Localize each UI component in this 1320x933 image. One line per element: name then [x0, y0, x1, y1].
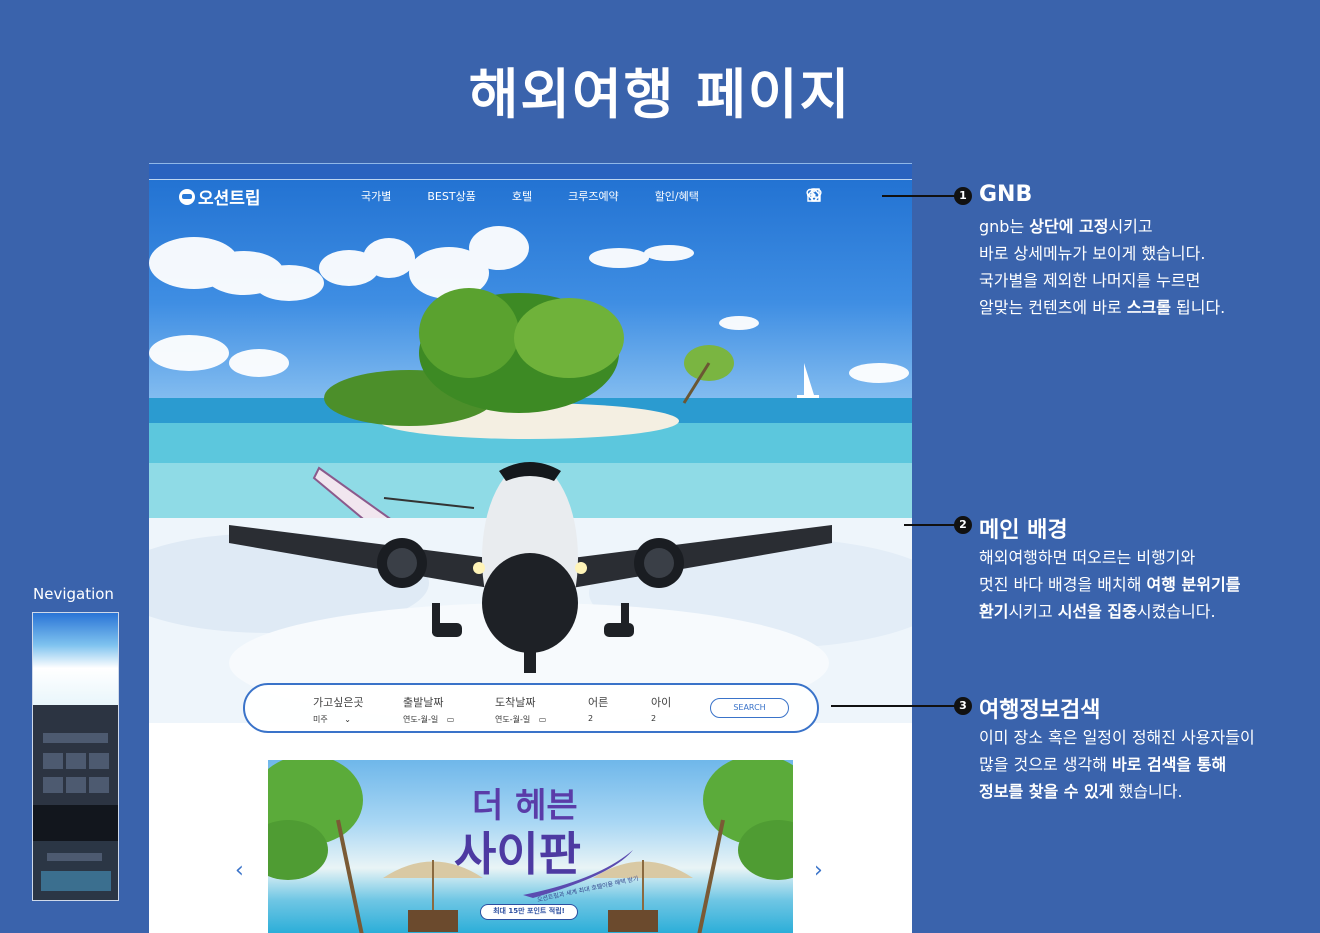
thumbnail-content — [33, 705, 118, 805]
arrival-date-label: 도착날짜 — [495, 696, 536, 709]
annotation-text: 국가별을 제외한 나머지를 누르면 — [979, 271, 1201, 290]
annotation-line: 많을 것으로 생각해 바로 검색을 통해 — [979, 751, 1255, 778]
annotation-text: 시켰습니다. — [1136, 602, 1216, 621]
annotation-text: 멋진 바다 배경을 배치해 — [979, 575, 1147, 594]
thumbnail-dark-section — [33, 805, 118, 841]
logo-icon — [179, 188, 195, 205]
departure-date-label: 출발날짜 — [403, 696, 444, 709]
logo-text: 오션트립 — [198, 189, 261, 209]
arrival-date-input[interactable]: 연도-월-일 ▭ — [495, 714, 546, 725]
annotation-text: 바로 상세메뉴가 보이게 했습니다. — [979, 244, 1206, 263]
gnb-icons — [806, 187, 874, 203]
menu-item-hotel[interactable]: 호텔 — [512, 188, 532, 204]
gnb: 오션트립 국가별 BEST상품 호텔 크루즈예약 할인/혜택 — [149, 163, 912, 209]
page-title: 해외여행 페이지 — [468, 63, 852, 126]
menu-item-best[interactable]: BEST상품 — [427, 188, 475, 204]
annotation-text: 이미 장소 혹은 일정이 정해진 사용자들이 — [979, 728, 1255, 747]
annotation-text: 시키고 — [1108, 217, 1153, 236]
annotation-highlight: 상단에 고정 — [1029, 217, 1109, 236]
child-count[interactable]: 2 — [651, 714, 671, 723]
annotation-text: gnb는 — [979, 217, 1030, 236]
gnb-top-strip — [149, 164, 912, 179]
annotation-line: 환기시키고 시선을 집중시켰습니다. — [979, 598, 1240, 625]
main-menu: 국가별 BEST상품 호텔 크루즈예약 할인/혜택 — [361, 188, 735, 204]
annotation-3-number: 3 — [954, 697, 972, 715]
navigation-label: Nevigation — [33, 585, 114, 603]
annotation-3-body: 이미 장소 혹은 일정이 정해진 사용자들이많을 것으로 생각해 바로 검색을 … — [979, 724, 1255, 805]
calendar-icon: ▭ — [538, 715, 547, 724]
destination-field[interactable]: 가고싶은곳 미주 ⌄ — [313, 694, 364, 725]
annotation-line: 해외여행하면 떠오르는 비행기와 — [979, 544, 1240, 571]
annotation-2-body: 해외여행하면 떠오르는 비행기와 멋진 바다 배경을 배치해 여행 분위기를 환기시… — [979, 544, 1240, 625]
calendar-icon: ▭ — [446, 715, 455, 724]
promo-banner[interactable]: 더 헤븐 사이판 오션트립과 세계 최대 호텔이용 혜택 받기 최대 15만 포… — [268, 760, 793, 933]
departure-date-field[interactable]: 출발날짜 연도-월-일 ▭ — [403, 694, 454, 725]
annotation-1-body: gnb는 상단에 고정시키고바로 상세메뉴가 보이게 했습니다. 국가별을 제외한… — [979, 213, 1225, 321]
thumbnail-footer — [33, 841, 118, 900]
menu-item-cruise[interactable]: 크루즈예약 — [568, 188, 619, 204]
annotation-3-title: 여행정보검색 — [979, 698, 1101, 723]
child-field[interactable]: 아이 2 — [651, 694, 671, 723]
logo[interactable]: 오션트립 — [179, 184, 261, 209]
annotation-line: 국가별을 제외한 나머지를 누르면 — [979, 267, 1225, 294]
annotation-1-pointer — [882, 195, 962, 197]
adult-label: 어른 — [588, 696, 609, 709]
navigation-thumbnail[interactable] — [32, 612, 119, 901]
annotation-highlight: 시선을 집중 — [1057, 602, 1137, 621]
departure-date-input[interactable]: 연도-월-일 ▭ — [403, 714, 454, 725]
points-badge: 최대 15만 포인트 적립! — [480, 904, 578, 920]
hero-illustration — [149, 226, 912, 723]
annotation-line: 이미 장소 혹은 일정이 정해진 사용자들이 — [979, 724, 1255, 751]
annotation-highlight: 스크롤 — [1126, 298, 1171, 317]
adult-count[interactable]: 2 — [588, 714, 608, 723]
annotation-line: 멋진 바다 배경을 배치해 여행 분위기를 — [979, 571, 1240, 598]
annotation-line: 바로 상세메뉴가 보이게 했습니다. — [979, 240, 1225, 267]
gnb-divider — [149, 179, 912, 180]
annotation-text: 알맞는 컨텐츠에 바로 — [979, 298, 1127, 317]
annotation-2-number: 2 — [954, 516, 972, 534]
login-icon[interactable] — [807, 187, 848, 203]
annotation-text: 시키고 — [1008, 602, 1058, 621]
search-button[interactable]: SEARCH — [710, 698, 789, 718]
destination-label: 가고싶은곳 — [313, 696, 364, 709]
annotation-text: 많을 것으로 생각해 — [979, 755, 1113, 774]
annotation-1-title: GNB — [979, 182, 1033, 207]
hero-background: 오션트립 국가별 BEST상품 호텔 크루즈예약 할인/혜택 — [149, 163, 912, 723]
annotation-line: 정보를 찾을 수 있게 했습니다. — [979, 778, 1255, 805]
annotation-line: gnb는 상단에 고정시키고 — [979, 213, 1225, 240]
arrival-date-field[interactable]: 도착날짜 연도-월-일 ▭ — [495, 694, 546, 725]
child-label: 아이 — [651, 696, 672, 709]
annotation-text: 해외여행하면 떠오르는 비행기와 — [979, 548, 1196, 567]
banner-prev-arrow[interactable]: ‹ — [235, 858, 244, 883]
annotation-3-pointer — [831, 705, 962, 707]
annotation-text: 했습니다. — [1113, 782, 1183, 801]
menu-item-discount[interactable]: 할인/혜택 — [655, 188, 699, 204]
menu-item-country[interactable]: 국가별 — [361, 188, 391, 204]
home-icon[interactable] — [807, 187, 874, 203]
annotation-highlight: 환기 — [979, 602, 1009, 621]
website-mockup: 오션트립 국가별 BEST상품 호텔 크루즈예약 할인/혜택 가고싶은곳 미주 … — [149, 163, 912, 933]
annotation-highlight: 바로 검색을 통해 — [1112, 755, 1227, 774]
annotation-highlight: 여행 분위기를 — [1146, 575, 1241, 594]
banner-next-arrow[interactable]: › — [814, 858, 823, 883]
chevron-down-icon: ⌄ — [344, 715, 351, 724]
banner-title-line2: 사이판 — [454, 827, 581, 881]
annotation-highlight: 정보를 찾을 수 있게 — [979, 782, 1114, 801]
thumbnail-hero — [33, 613, 118, 705]
annotation-line: 알맞는 컨텐츠에 바로 스크롤 됩니다. — [979, 294, 1225, 321]
travel-search-bar: 가고싶은곳 미주 ⌄ 출발날짜 연도-월-일 ▭ 도착날짜 연도-월-일 ▭ 어… — [243, 683, 819, 733]
adult-field[interactable]: 어른 2 — [588, 694, 608, 723]
annotation-1-number: 1 — [954, 187, 972, 205]
destination-select[interactable]: 미주 ⌄ — [313, 714, 364, 725]
annotation-2-title: 메인 배경 — [979, 518, 1068, 543]
annotation-text: 됩니다. — [1170, 298, 1226, 317]
